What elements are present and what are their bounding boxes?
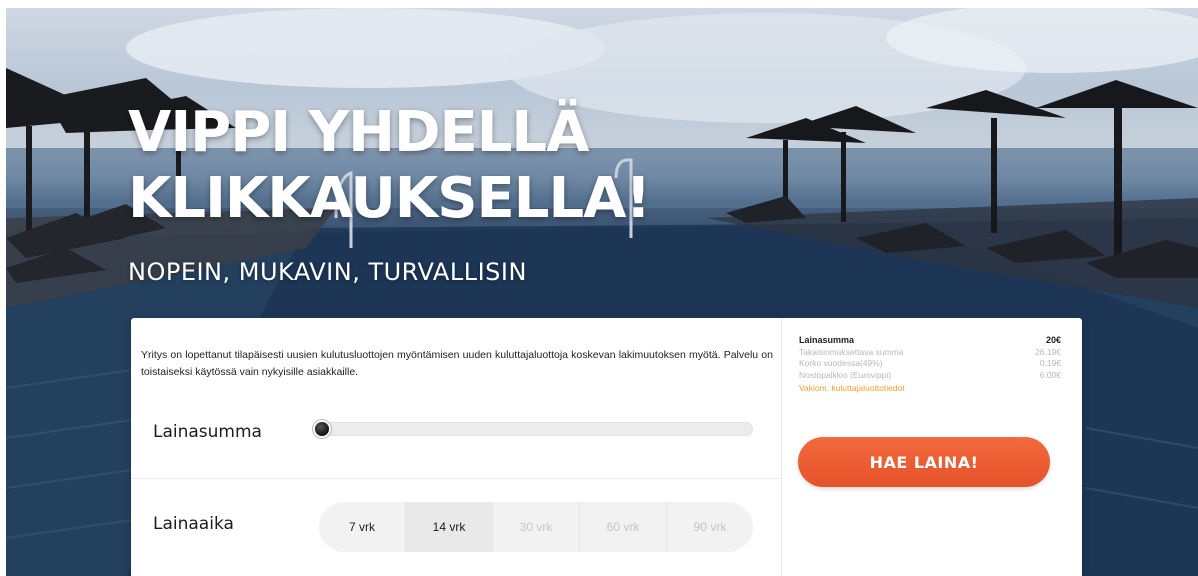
amount-label: Lainasumma [153, 422, 262, 442]
hero-title: VIPPI YHDELLÄ KLIKKAUKSELLA! [128, 100, 651, 232]
loan-form: Yritys on lopettanut tilapäisesti uusien… [131, 318, 782, 576]
hero-title-line1: VIPPI YHDELLÄ [128, 100, 589, 165]
period-option: 60 vrk [579, 502, 666, 552]
period-option[interactable]: 14 vrk [405, 502, 492, 552]
summary-row-label: Korko vuodessa(49%) [799, 358, 883, 368]
summary-row: Nostopalkkio (Eurovippi) 6.00€ [799, 370, 1061, 382]
hero-title-line2: KLIKKAUKSELLA! [128, 166, 651, 231]
summary-row-value: 6.00€ [1039, 369, 1061, 380]
hero-subtitle: NOPEIN, MUKAVIN, TURVALLISIN [128, 258, 527, 286]
apply-loan-button[interactable]: HAE LAINA! [798, 437, 1050, 487]
summary-row-label: Takaisinmaksettava summa [799, 346, 904, 357]
loan-summary: Lainasumma 20€ Takaisinmaksettava summa 26.… [782, 318, 1082, 576]
loan-card: Yritys on lopettanut tilapäisesti uusien… [131, 318, 1082, 576]
consumer-credit-info-link[interactable]: Vakiom. kuluttajaluottotiedot [799, 382, 1061, 394]
summary-row-value: 0.19€ [1039, 358, 1061, 368]
amount-slider-thumb[interactable] [313, 420, 331, 438]
summary-row: Takaisinmaksettava summa 26.19€ [799, 347, 1061, 359]
period-label: Lainaaika [153, 514, 234, 534]
period-option[interactable]: 7 vrk [319, 502, 405, 552]
amount-slider-track[interactable] [313, 422, 753, 436]
summary-table: Lainasumma 20€ Takaisinmaksettava summa 26.… [799, 335, 1061, 381]
form-divider [131, 478, 782, 479]
service-notice: Yritys on lopettanut tilapäisesti uusien… [141, 349, 773, 378]
period-selector: 7 vrk 14 vrk 30 vrk 60 vrk 90 vrk [319, 502, 753, 552]
summary-row: Lainasumma 20€ [799, 335, 1061, 347]
summary-row-value: 20€ [1045, 335, 1061, 345]
period-option: 90 vrk [666, 502, 753, 552]
summary-row-label: Nostopalkkio (Eurovippi) [799, 369, 892, 380]
period-option: 30 vrk [492, 502, 579, 552]
summary-row: Korko vuodessa(49%) 0.19€ [799, 358, 1061, 370]
summary-row-label: Lainasumma [799, 335, 855, 345]
summary-row-value: 26.19€ [1035, 346, 1061, 357]
